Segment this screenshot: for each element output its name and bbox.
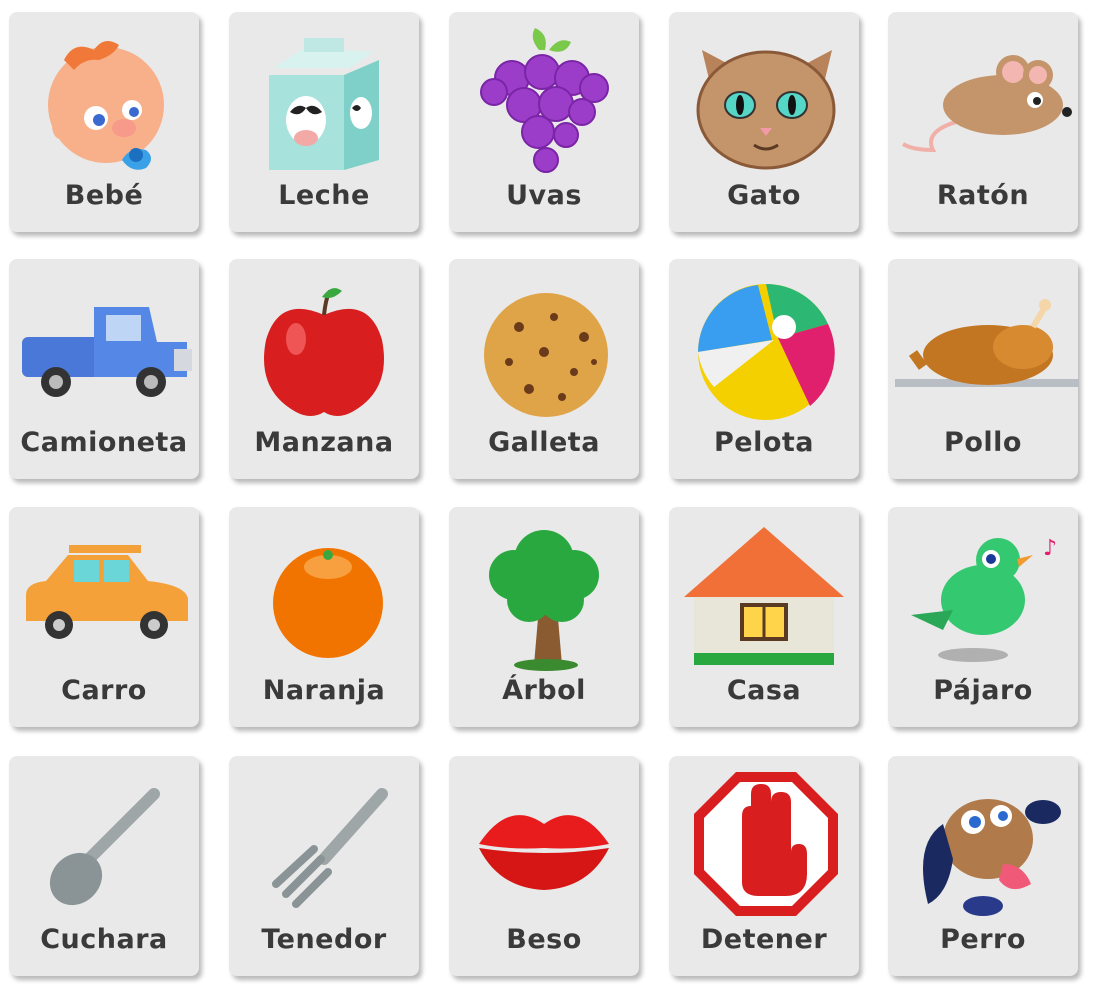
card-label: Ratón (936, 180, 1030, 211)
card-manzana[interactable]: Manzana (229, 259, 419, 479)
car-icon (26, 545, 188, 639)
card-label: Pájaro (933, 675, 1033, 706)
card-label: Gato (727, 180, 801, 211)
beach-ball-icon (698, 284, 835, 420)
card-label: Manzana (254, 427, 394, 458)
card-raton[interactable]: Ratón (888, 12, 1078, 232)
house-icon (684, 527, 844, 665)
card-label: Casa (726, 675, 802, 706)
fork-icon (272, 788, 388, 908)
card-label: Cuchara (40, 924, 168, 955)
bird-icon: ♪ (911, 536, 1057, 662)
flashcard-grid: Bebé Leche Uvas Gato Ratón Camioneta Man… (0, 0, 1098, 992)
stop-sign-icon (694, 772, 838, 916)
roast-chicken-icon (895, 299, 1079, 387)
card-camioneta[interactable]: Camioneta (9, 259, 199, 479)
card-arbol[interactable]: Árbol (449, 507, 639, 727)
card-pajaro[interactable]: ♪ Pájaro (888, 507, 1078, 727)
card-gato[interactable]: Gato (669, 12, 859, 232)
kiss-lips-icon (479, 815, 609, 890)
card-casa[interactable]: Casa (669, 507, 859, 727)
card-label: Perro (940, 924, 1026, 955)
card-label: Camioneta (20, 427, 188, 458)
spoon-icon (49, 788, 160, 906)
card-pollo[interactable]: Pollo (888, 259, 1079, 479)
grapes-icon (480, 28, 609, 173)
card-label: Carro (61, 675, 147, 706)
card-cuchara[interactable]: Cuchara (9, 756, 199, 976)
cat-icon (696, 50, 836, 170)
apple-icon (264, 288, 384, 416)
svg-text:♪: ♪ (1043, 536, 1057, 561)
baby-icon (48, 41, 164, 170)
card-label: Leche (278, 180, 370, 211)
mouse-icon (901, 55, 1072, 153)
card-leche[interactable]: Leche (229, 12, 419, 232)
card-tenedor[interactable]: Tenedor (229, 756, 419, 976)
tree-icon (489, 530, 599, 671)
card-label: Pelota (713, 427, 815, 458)
cookie-icon (484, 293, 608, 417)
card-label: Beso (506, 924, 582, 955)
card-label: Detener (700, 924, 828, 955)
milk-carton-icon (269, 38, 379, 170)
card-bebe[interactable]: Bebé (9, 12, 199, 232)
card-uvas[interactable]: Uvas (449, 12, 639, 232)
orange-icon (273, 548, 383, 658)
pickup-truck-icon (22, 307, 192, 397)
card-label: Pollo (944, 427, 1022, 458)
card-label: Galleta (488, 427, 600, 458)
card-carro[interactable]: Carro (9, 507, 199, 727)
card-pelota[interactable]: Pelota (669, 259, 859, 479)
card-label: Árbol (502, 675, 586, 706)
card-detener[interactable]: Detener (669, 756, 859, 976)
card-galleta[interactable]: Galleta (449, 259, 639, 479)
card-label: Naranja (262, 675, 386, 706)
card-label: Uvas (506, 180, 582, 211)
card-label: Tenedor (261, 924, 387, 955)
card-label: Bebé (64, 180, 144, 211)
dog-icon (923, 799, 1061, 916)
card-perro[interactable]: Perro (888, 756, 1078, 976)
card-naranja[interactable]: Naranja (229, 507, 419, 727)
card-beso[interactable]: Beso (449, 756, 639, 976)
